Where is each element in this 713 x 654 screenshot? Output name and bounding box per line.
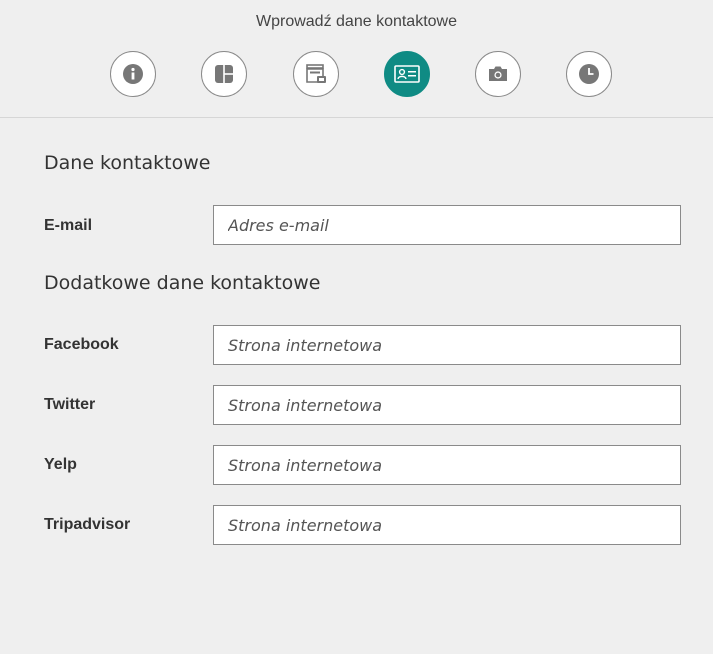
twitter-label: Twitter [44,396,96,413]
facebook-field[interactable] [213,325,681,365]
wizard-title: Wprowadź dane kontaktowe [256,13,457,30]
twitter-field[interactable] [213,385,681,425]
store-icon [306,64,326,83]
additional-section-title: Dodatkowe dane kontaktowe [44,272,321,294]
step-contact-button[interactable] [384,51,430,97]
step-info-button[interactable] [110,51,156,97]
layout-icon [215,65,233,83]
camera-icon [489,66,507,81]
email-field[interactable] [213,205,681,245]
clock-icon [579,64,599,84]
facebook-label: Facebook [44,336,119,353]
step-hours-button[interactable] [566,51,612,97]
tripadvisor-field[interactable] [213,505,681,545]
contact-card-icon [394,65,420,83]
tripadvisor-label: Tripadvisor [44,516,131,533]
yelp-label: Yelp [44,456,77,473]
wizard-header: Wprowadź dane kontaktowe [0,0,713,118]
yelp-field[interactable] [213,445,681,485]
step-layout-button[interactable] [201,51,247,97]
contact-section-title: Dane kontaktowe [44,152,211,174]
step-store-button[interactable] [293,51,339,97]
info-icon [123,64,143,84]
step-photo-button[interactable] [475,51,521,97]
email-label: E-mail [44,217,93,234]
